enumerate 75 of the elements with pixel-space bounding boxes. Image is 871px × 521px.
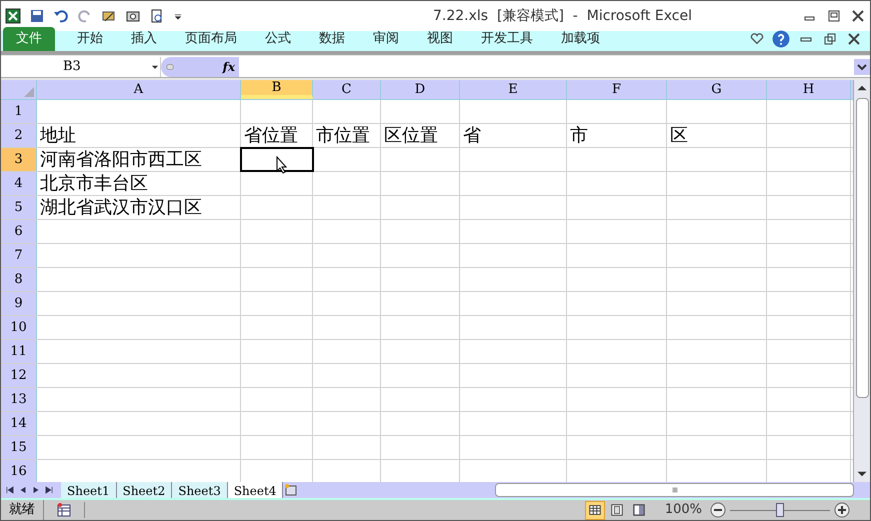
save-icon[interactable] bbox=[29, 8, 45, 24]
name-box[interactable]: B3 bbox=[1, 56, 161, 76]
view-button[interactable] bbox=[584, 500, 605, 520]
ribbon-tab[interactable]: 开发工具 bbox=[467, 27, 547, 51]
mouse-cursor-icon bbox=[276, 156, 288, 174]
sheet-tab[interactable]: Sheet2 bbox=[116, 482, 172, 498]
expand-chevron-icon[interactable] bbox=[854, 58, 870, 74]
zoom-level[interactable]: 100% bbox=[664, 500, 702, 520]
zoom-slider-thumb[interactable] bbox=[776, 503, 784, 517]
column-header[interactable]: G bbox=[667, 80, 767, 99]
sheet-tab[interactable]: Sheet4 bbox=[228, 482, 284, 498]
column-header[interactable]: B bbox=[241, 80, 313, 99]
row-header[interactable]: 4 bbox=[1, 172, 37, 195]
table-cell-text: 市位置 bbox=[315, 125, 370, 147]
vertical-scrollbar[interactable] bbox=[853, 80, 870, 482]
table-cell-text: 北京市丰台区 bbox=[39, 173, 148, 195]
sheet-tab[interactable]: Sheet3 bbox=[172, 482, 228, 498]
row-header[interactable]: 10 bbox=[1, 316, 37, 339]
status-text: 就绪 bbox=[1, 500, 44, 520]
row-header[interactable]: 15 bbox=[1, 436, 37, 459]
row-header[interactable]: 12 bbox=[1, 364, 37, 387]
row-header[interactable]: 6 bbox=[1, 220, 37, 243]
table-cell-text: 省位置 bbox=[243, 125, 298, 147]
column-header[interactable]: D bbox=[381, 80, 460, 99]
table-cell-text: 市 bbox=[569, 125, 588, 147]
ribbon-tab[interactable]: 审阅 bbox=[359, 27, 413, 51]
zoom-in-icon[interactable] bbox=[834, 502, 850, 518]
help-icon[interactable] bbox=[772, 30, 790, 48]
ribbon-tab[interactable]: 开始 bbox=[63, 27, 117, 51]
ribbon-tab[interactable]: 视图 bbox=[413, 27, 467, 51]
horizontal-scrollbar[interactable] bbox=[495, 483, 854, 497]
row-header[interactable]: 9 bbox=[1, 292, 37, 315]
heart-icon[interactable] bbox=[750, 31, 764, 47]
row-header[interactable]: 16 bbox=[1, 460, 37, 482]
column-header[interactable]: E bbox=[460, 80, 567, 99]
restore-icon[interactable] bbox=[822, 31, 838, 47]
spreadsheet-app-icon[interactable] bbox=[5, 8, 21, 24]
row-header[interactable]: 14 bbox=[1, 412, 37, 435]
table-cell-text: 湖北省武汉市汉口区 bbox=[39, 197, 202, 219]
row-header[interactable]: 5 bbox=[1, 196, 37, 219]
sheet-tab[interactable]: Sheet1 bbox=[61, 482, 117, 498]
page-break-view-icon bbox=[632, 503, 646, 517]
maximize-icon[interactable] bbox=[826, 8, 842, 24]
ribbon-tab[interactable]: 页面布局 bbox=[171, 27, 251, 51]
ribbon-tab[interactable]: 加载项 bbox=[547, 27, 614, 51]
row-header[interactable]: 1 bbox=[1, 100, 37, 123]
table-cell-text: 区 bbox=[669, 125, 688, 147]
close-icon[interactable] bbox=[850, 8, 866, 24]
ribbon-tab[interactable]: 公式 bbox=[251, 27, 305, 51]
close-icon[interactable] bbox=[846, 31, 862, 47]
row-header[interactable]: 11 bbox=[1, 340, 37, 363]
page-layout-view-icon bbox=[610, 503, 624, 517]
undo-icon[interactable] bbox=[53, 8, 69, 24]
table-cell-text: 河南省洛阳市西工区 bbox=[39, 149, 202, 171]
normal-view-icon bbox=[588, 503, 602, 517]
table-cell-text: 区位置 bbox=[383, 125, 438, 147]
macro-record-icon[interactable] bbox=[56, 502, 72, 518]
column-header[interactable]: H bbox=[767, 80, 851, 99]
table-cell-text: 省 bbox=[462, 125, 481, 147]
row-header[interactable]: 8 bbox=[1, 268, 37, 291]
zoom-slider[interactable] bbox=[730, 503, 830, 517]
insert-function-button[interactable]: fx bbox=[222, 58, 235, 76]
column-header[interactable]: C bbox=[313, 80, 381, 99]
new-sheet-icon[interactable] bbox=[283, 482, 300, 498]
table-cell-text: 地址 bbox=[39, 125, 76, 147]
window-title: 7.22.xls [兼容模式] - Microsoft Excel bbox=[432, 6, 692, 26]
row-header[interactable]: 2 bbox=[1, 124, 37, 147]
column-header[interactable]: F bbox=[567, 80, 667, 99]
zoom-out-icon[interactable] bbox=[710, 502, 726, 518]
row-header[interactable]: 13 bbox=[1, 388, 37, 411]
file-tab[interactable]: 文件 bbox=[3, 27, 55, 51]
row-header[interactable]: 3 bbox=[1, 148, 37, 171]
row-header[interactable]: 7 bbox=[1, 244, 37, 267]
ribbon-tab[interactable]: 插入 bbox=[117, 27, 171, 51]
ribbon-tab[interactable]: 数据 bbox=[305, 27, 359, 51]
